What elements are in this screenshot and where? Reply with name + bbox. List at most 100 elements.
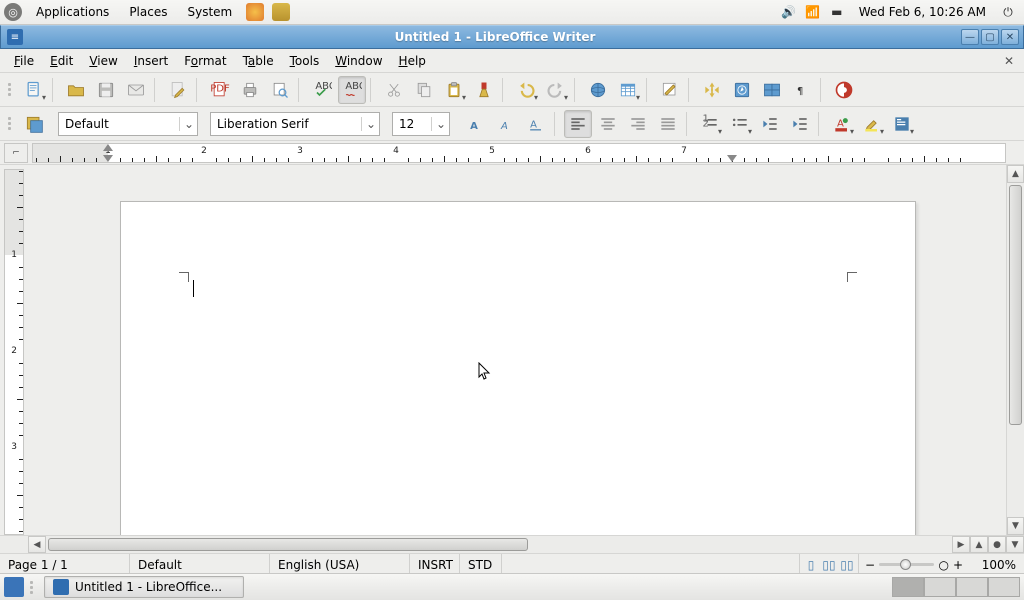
numbered-list-button[interactable]: 12	[696, 110, 724, 138]
email-button[interactable]	[122, 76, 150, 104]
hyperlink-button[interactable]	[584, 76, 612, 104]
edit-file-button[interactable]	[164, 76, 192, 104]
format-paintbrush-button[interactable]	[470, 76, 498, 104]
horizontal-scroll-thumb[interactable]	[48, 538, 528, 551]
bullet-list-button[interactable]	[726, 110, 754, 138]
help-button[interactable]	[830, 76, 858, 104]
status-doc-modified[interactable]	[502, 554, 800, 575]
workspace-2[interactable]	[924, 577, 956, 597]
volume-icon[interactable]: 🔊	[781, 4, 797, 20]
export-pdf-button[interactable]: PDF	[206, 76, 234, 104]
align-right-button[interactable]	[624, 110, 652, 138]
undo-button[interactable]	[512, 76, 540, 104]
menu-window[interactable]: Window	[327, 51, 390, 71]
single-page-view-icon[interactable]: ▯	[802, 558, 820, 572]
styles-button[interactable]	[20, 110, 48, 138]
status-insert-mode[interactable]: INSRT	[410, 554, 460, 575]
maximize-button[interactable]: ▢	[981, 29, 999, 45]
dropdown-arrow-icon[interactable]: ⌄	[431, 117, 445, 131]
vertical-scroll-thumb[interactable]	[1009, 185, 1022, 425]
paste-button[interactable]	[440, 76, 468, 104]
menu-format[interactable]: Format	[176, 51, 234, 71]
redo-button[interactable]	[542, 76, 570, 104]
copy-button[interactable]	[410, 76, 438, 104]
auto-spellcheck-button[interactable]: ABC	[338, 76, 366, 104]
print-preview-button[interactable]	[266, 76, 294, 104]
font-name-combo[interactable]: ⌄	[210, 112, 380, 136]
menu-table[interactable]: Table	[235, 51, 282, 71]
menu-view[interactable]: View	[81, 51, 125, 71]
status-language[interactable]: English (USA)	[270, 554, 410, 575]
paragraph-style-input[interactable]	[65, 117, 175, 131]
vertical-ruler[interactable]: 123	[4, 169, 24, 535]
bold-button[interactable]: A	[462, 110, 490, 138]
navigation-button[interactable]: ●	[988, 536, 1006, 553]
zoom-slider[interactable]: − ○ +	[859, 558, 969, 572]
close-button[interactable]: ✕	[1001, 29, 1019, 45]
menu-file[interactable]: File	[6, 51, 42, 71]
justify-button[interactable]	[654, 110, 682, 138]
gallery-button[interactable]	[758, 76, 786, 104]
align-left-button[interactable]	[564, 110, 592, 138]
toolbar-grip[interactable]	[6, 76, 14, 104]
save-button[interactable]	[92, 76, 120, 104]
network-icon[interactable]: 📶	[805, 4, 821, 20]
minimize-button[interactable]: —	[961, 29, 979, 45]
spellcheck-button[interactable]: ABC	[308, 76, 336, 104]
horizontal-scrollbar[interactable]: ◀ ▶ ▲ ● ▼	[0, 535, 1024, 553]
align-center-button[interactable]	[594, 110, 622, 138]
book-view-icon[interactable]: ▯▯	[838, 558, 856, 572]
open-button[interactable]	[62, 76, 90, 104]
show-desktop-button[interactable]	[4, 577, 24, 597]
scroll-left-button[interactable]: ◀	[28, 536, 46, 553]
workspace-1[interactable]	[892, 577, 924, 597]
document-page[interactable]	[120, 201, 916, 535]
paragraph-style-combo[interactable]: ⌄	[58, 112, 198, 136]
highlight-button[interactable]	[858, 110, 886, 138]
power-icon[interactable]: ⏻	[1000, 4, 1016, 20]
toolbar-grip[interactable]	[6, 110, 14, 138]
panel-grip[interactable]	[28, 577, 36, 597]
taskbar-entry-writer[interactable]: Untitled 1 - LibreOffice...	[44, 576, 244, 598]
italic-button[interactable]: A	[492, 110, 520, 138]
menu-tools[interactable]: Tools	[282, 51, 328, 71]
zoom-out-button[interactable]: −	[865, 558, 875, 572]
find-replace-button[interactable]	[698, 76, 726, 104]
scroll-up-button[interactable]: ▲	[1007, 165, 1024, 183]
ruler-corner[interactable]: ⌐	[4, 143, 28, 163]
menu-insert[interactable]: Insert	[126, 51, 176, 71]
font-color-button[interactable]: A	[828, 110, 856, 138]
app-launcher-icon[interactable]	[272, 3, 290, 21]
workspace-switcher[interactable]	[892, 577, 1020, 597]
zoom-slider-knob[interactable]	[900, 559, 911, 570]
navigator-button[interactable]	[728, 76, 756, 104]
zoom-in-button[interactable]: +	[953, 558, 963, 572]
workspace-3[interactable]	[956, 577, 988, 597]
system-menu[interactable]: System	[181, 3, 238, 21]
nonprinting-chars-button[interactable]: ¶	[788, 76, 816, 104]
font-name-input[interactable]	[217, 117, 357, 131]
cut-button[interactable]	[380, 76, 408, 104]
gnome-logo-icon[interactable]: ◎	[4, 3, 22, 21]
scroll-down-button[interactable]: ▼	[1007, 517, 1024, 535]
next-page-button[interactable]: ▼	[1006, 536, 1024, 553]
horizontal-ruler[interactable]: 1234567	[32, 143, 1006, 163]
vertical-scrollbar[interactable]: ▲ ▼	[1006, 165, 1024, 535]
status-selection-mode[interactable]: STD	[460, 554, 502, 575]
menu-help[interactable]: Help	[391, 51, 434, 71]
window-titlebar[interactable]: ≡ Untitled 1 - LibreOffice Writer — ▢ ✕	[0, 25, 1024, 49]
dropdown-arrow-icon[interactable]: ⌄	[179, 117, 193, 131]
decrease-indent-button[interactable]	[756, 110, 784, 138]
menu-edit[interactable]: Edit	[42, 51, 81, 71]
dropdown-arrow-icon[interactable]: ⌄	[361, 117, 375, 131]
scroll-right-button[interactable]: ▶	[952, 536, 970, 553]
new-document-button[interactable]	[20, 76, 48, 104]
underline-button[interactable]: A	[522, 110, 550, 138]
print-button[interactable]	[236, 76, 264, 104]
battery-icon[interactable]: ▬	[829, 4, 845, 20]
prev-page-button[interactable]: ▲	[970, 536, 988, 553]
applications-menu[interactable]: Applications	[30, 3, 115, 21]
background-color-button[interactable]	[888, 110, 916, 138]
font-size-input[interactable]	[399, 117, 427, 131]
multi-page-view-icon[interactable]: ▯▯	[820, 558, 838, 572]
